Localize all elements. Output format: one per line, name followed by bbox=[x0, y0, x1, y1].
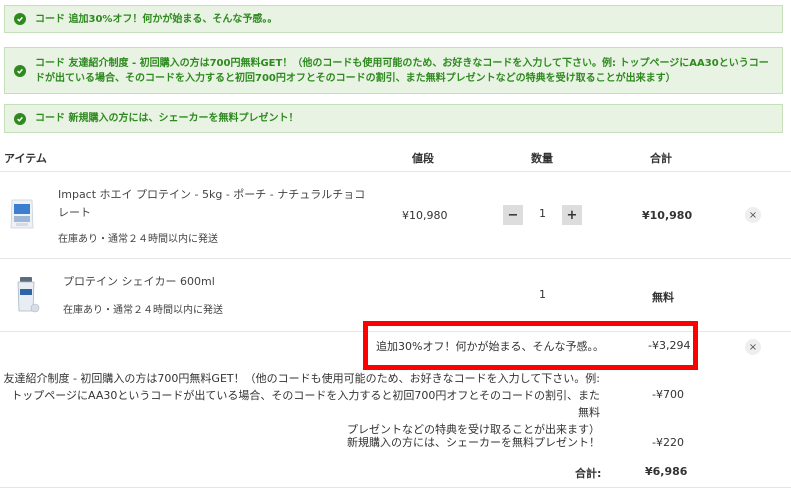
check-circle-icon bbox=[14, 64, 26, 77]
remove-discount-button[interactable]: × bbox=[745, 339, 761, 355]
divider bbox=[0, 487, 791, 488]
header-price: 値段 bbox=[412, 152, 434, 165]
discount-value-referral: -¥700 bbox=[652, 388, 684, 401]
quantity-value[interactable]: 1 bbox=[539, 207, 546, 220]
header-total: 合計 bbox=[650, 152, 672, 165]
remove-item-button[interactable]: × bbox=[745, 207, 761, 223]
grand-total-label: 合計: bbox=[575, 467, 602, 480]
banner-text: コード 友達紹介制度 - 初回購入の方は700円無料GET！（他のコードも使用可… bbox=[35, 57, 769, 84]
stock-status: 在庫あり・通常２４時間以内に発送 bbox=[63, 305, 223, 316]
banner-text: コード 新規購入の方には、シェーカーを無料プレゼント！ bbox=[35, 113, 299, 124]
line-total: ¥10,980 bbox=[642, 209, 693, 222]
grand-total-value: ¥6,986 bbox=[645, 465, 688, 478]
increase-qty-button[interactable]: + bbox=[562, 205, 582, 225]
discount-label-referral: 友達紹介制度 - 初回購入の方は700円無料GET！（他のコードも使用可能のため… bbox=[3, 372, 600, 436]
discount-label-shaker: 新規購入の方には、シェーカーを無料プレゼント！ bbox=[347, 436, 600, 449]
divider bbox=[0, 171, 791, 172]
banner-text: コード 追加30%オフ！何かが始まる、そんな予感。。 bbox=[35, 13, 278, 25]
header-qty: 数量 bbox=[531, 152, 553, 165]
discount-banner-3: コード 新規購入の方には、シェーカーを無料プレゼント！ bbox=[4, 104, 783, 133]
product-image-whey[interactable] bbox=[9, 196, 35, 233]
unit-price: ¥10,980 bbox=[402, 209, 448, 222]
stock-status: 在庫あり・通常２４時間以内に発送 bbox=[58, 234, 218, 245]
header-item: アイテム bbox=[4, 152, 47, 165]
discount-banner-1: コード 追加30%オフ！何かが始まる、そんな予感。。 bbox=[4, 5, 783, 33]
product-image-shaker[interactable] bbox=[14, 275, 40, 318]
quantity-value: 1 bbox=[539, 288, 546, 301]
product-name-shaker[interactable]: プロテイン シェイカー 600ml bbox=[63, 273, 215, 291]
check-circle-icon bbox=[14, 112, 26, 125]
highlight-box bbox=[363, 321, 698, 370]
discount-banner-2: コード 友達紹介制度 - 初回購入の方は700円無料GET！（他のコードも使用可… bbox=[4, 47, 783, 94]
divider bbox=[0, 258, 791, 259]
check-circle-icon bbox=[14, 13, 26, 25]
decrease-qty-button[interactable]: − bbox=[503, 205, 523, 225]
product-name-whey[interactable]: Impact ホエイ プロテイン - 5kg - ポーチ - ナチュラルチョコ … bbox=[58, 186, 365, 222]
discount-value-shaker: -¥220 bbox=[652, 436, 684, 449]
line-total-free: 無料 bbox=[652, 291, 674, 304]
